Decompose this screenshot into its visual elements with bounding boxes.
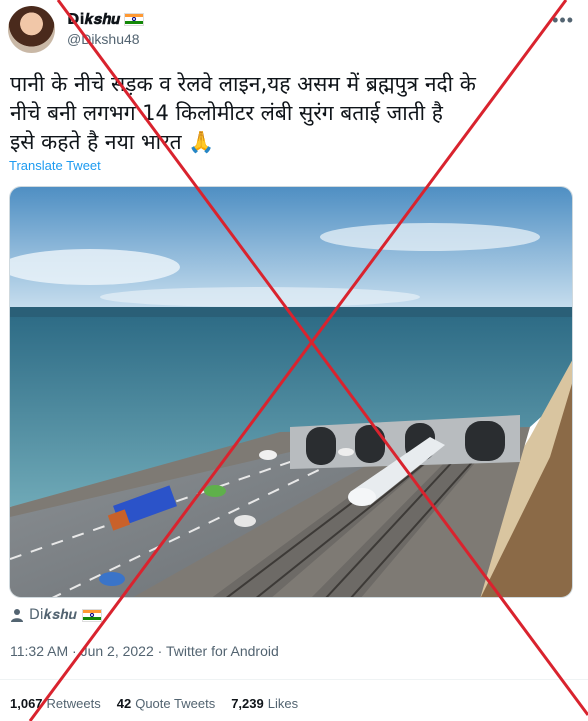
quote-tweets-count: 42 <box>116 696 132 711</box>
india-flag-icon <box>81 608 102 622</box>
attribution-name[interactable]: Di𝒌𝒔𝒉𝒖 <box>29 607 77 623</box>
tweet-image[interactable] <box>9 186 573 598</box>
likes-label: Likes <box>267 696 299 711</box>
tweet-date[interactable]: Jun 2, 2022 <box>81 643 154 659</box>
translate-tweet-link[interactable]: Translate Tweet <box>9 158 101 173</box>
divider <box>0 679 588 680</box>
likes-stat[interactable]: 7,239 Likes <box>231 696 298 711</box>
user-handle[interactable]: @Dikshu48 <box>67 31 140 47</box>
more-options-icon[interactable]: ••• <box>552 10 574 31</box>
tweet-text: पानी के नीचे सड़क व रेलवे लाइन,यह असम मे… <box>10 70 570 157</box>
meta-separator: · <box>72 643 81 659</box>
quote-tweets-stat[interactable]: 42 Quote Tweets <box>117 696 215 711</box>
tweet-line-3: इसे कहते है नया भारत 🙏 <box>10 130 215 154</box>
display-name[interactable]: Di𝒌𝒔𝒉𝒖 <box>67 10 120 28</box>
retweets-stat[interactable]: 1,067 Retweets <box>10 696 101 711</box>
tweet-meta: 11:32 AM · Jun 2, 2022 · Twitter for And… <box>10 643 279 659</box>
name-row: Di𝒌𝒔𝒉𝒖 <box>67 10 145 28</box>
tweet-line-1: पानी के नीचे सड़क व रेलवे लाइन,यह असम मे… <box>10 72 476 96</box>
india-flag-icon <box>124 12 145 26</box>
likes-count: 7,239 <box>231 696 264 711</box>
quote-tweets-label: Quote Tweets <box>135 696 216 711</box>
meta-separator: · <box>157 643 166 659</box>
attribution-row: Di𝒌𝒔𝒉𝒖 <box>10 607 102 623</box>
tweet-header: Di𝒌𝒔𝒉𝒖 @Dikshu48 ••• <box>0 0 588 60</box>
tweet-source[interactable]: Twitter for Android <box>166 643 279 659</box>
tweet-stats: 1,067 Retweets 42 Quote Tweets 7,239 Likes <box>10 696 298 711</box>
underwater-tunnel-illustration <box>10 187 572 597</box>
retweets-count: 1,067 <box>10 696 43 711</box>
person-icon <box>10 608 24 622</box>
avatar[interactable] <box>8 6 55 53</box>
tweet-line-2: नीचे बनी लगभग 14 किलोमीटर लंबी सुरंग बता… <box>10 101 443 125</box>
retweets-label: Retweets <box>46 696 101 711</box>
tweet-time[interactable]: 11:32 AM <box>10 643 68 659</box>
